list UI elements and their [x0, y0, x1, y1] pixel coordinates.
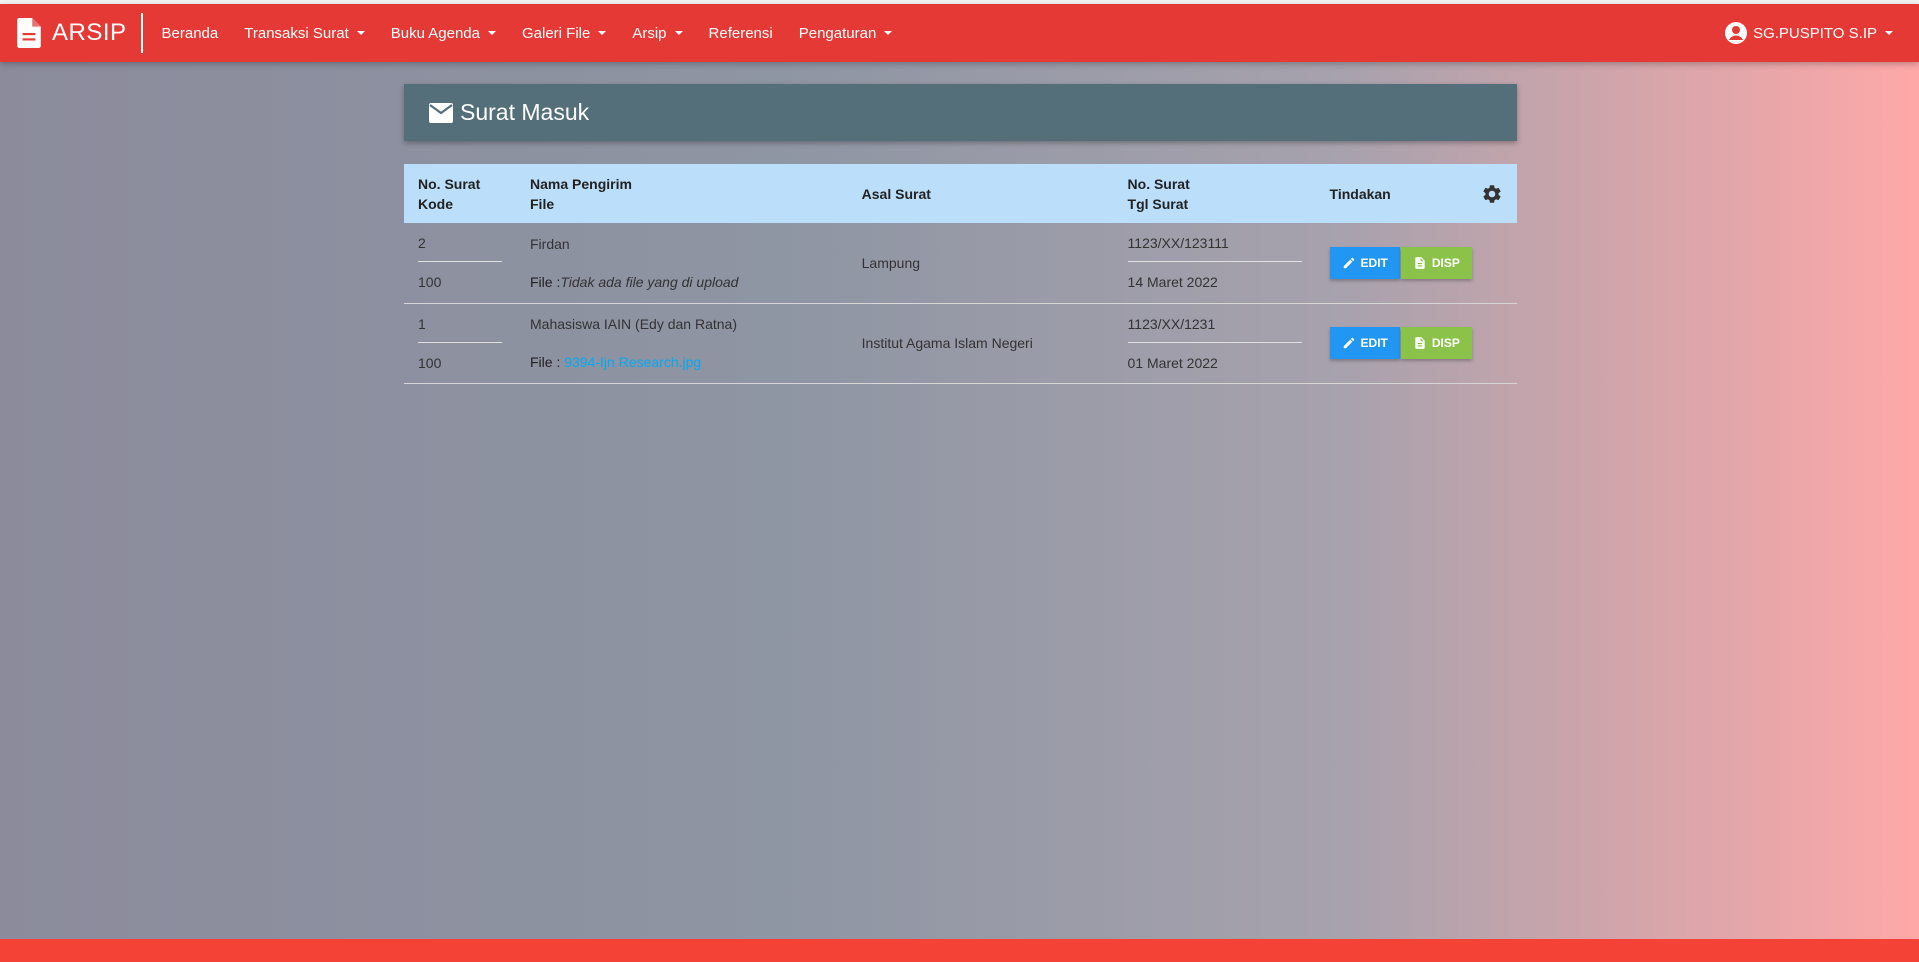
cell-nosurat-tgl: 1123/XX/1231 01 Maret 2022	[1114, 303, 1316, 383]
cell-asal: Lampung	[861, 254, 921, 271]
header-label: Nama Pengirim	[530, 175, 632, 192]
disp-button[interactable]: DISP	[1400, 246, 1472, 279]
nav-label: Beranda	[161, 24, 219, 42]
header-asal-surat: Asal Surat	[848, 164, 1114, 223]
nav-label: Pengaturan	[798, 24, 877, 42]
pengirim-value: Mahasiswa IAIN (Edy dan Ratna)	[530, 316, 737, 332]
nav-label: Arsip	[632, 24, 667, 42]
cell-nosurat-tgl: 1123/XX/123111 14 Maret 2022	[1114, 223, 1316, 303]
kode-value: 100	[418, 274, 442, 291]
cell-tindakan: EDIT DISP	[1316, 303, 1517, 383]
caret-down-icon	[884, 31, 893, 35]
caret-down-icon	[598, 31, 607, 35]
document-icon	[17, 18, 41, 48]
header-label: Tindakan	[1329, 185, 1391, 202]
disp-label: DISP	[1431, 336, 1460, 350]
edit-button[interactable]: EDIT	[1329, 327, 1400, 359]
brand[interactable]: ARSIP	[0, 13, 143, 53]
caret-down-icon	[1885, 31, 1893, 35]
cell-no-kode: 2 100	[404, 223, 516, 303]
header-tindakan: Tindakan	[1316, 164, 1517, 223]
edit-label: EDIT	[1360, 255, 1388, 270]
caret-down-icon	[487, 31, 496, 35]
no-value: 2	[418, 235, 502, 263]
main-menu: Beranda Transaksi Surat Buku Agenda Gale…	[149, 4, 906, 62]
top-navbar: ARSIP Beranda Transaksi Surat Buku Agend…	[0, 4, 1919, 62]
nav-label: Transaksi Surat	[244, 24, 349, 42]
nav-arsip[interactable]: Arsip	[619, 4, 695, 62]
header-no-kode: No. Surat Kode	[404, 164, 516, 223]
pengirim-value: Firdan	[530, 235, 570, 252]
gear-icon[interactable]	[1481, 183, 1503, 205]
brand-title: ARSIP	[52, 19, 127, 46]
nav-pengaturan[interactable]: Pengaturan	[786, 4, 906, 62]
tgl-surat-value: 14 Maret 2022	[1127, 274, 1218, 291]
tgl-surat-value: 01 Maret 2022	[1127, 354, 1218, 371]
table-row: 1 100 Mahasiswa IAIN (Edy dan Ratna) Fil…	[404, 303, 1517, 383]
page-title-card: Surat Masuk	[404, 84, 1517, 141]
caret-down-icon	[674, 31, 683, 35]
cell-tindakan: EDIT DISP	[1316, 223, 1517, 303]
nav-galeri-file[interactable]: Galeri File	[509, 4, 619, 62]
header-pengirim-file: Nama Pengirim File	[516, 164, 848, 223]
pencil-icon	[1343, 337, 1354, 349]
no-value: 1	[418, 316, 502, 343]
nav-label: Buku Agenda	[390, 24, 480, 42]
file-row: File : 9394-Ijn Research.jpg	[530, 354, 834, 370]
pencil-icon	[1343, 257, 1354, 268]
user-name: SG.PUSPITO S.IP	[1753, 24, 1877, 42]
disp-label: DISP	[1431, 255, 1460, 270]
nav-label: Galeri File	[521, 24, 591, 42]
disp-button[interactable]: DISP	[1400, 327, 1472, 359]
caret-down-icon	[356, 31, 365, 35]
nav-label: Referensi	[708, 24, 773, 42]
edit-button[interactable]: EDIT	[1329, 246, 1400, 279]
file-document-icon	[1415, 337, 1425, 349]
table-header: No. Surat Kode Nama Pengirim File Asal S…	[404, 164, 1517, 223]
file-label: File :	[530, 273, 561, 290]
table-row: 2 100 Firdan File :Tidak ada file yang d…	[404, 223, 1517, 303]
mail-icon	[429, 102, 453, 123]
header-label: No. Surat	[418, 175, 481, 192]
cell-no-kode: 1 100	[404, 303, 516, 383]
page-title: Surat Masuk	[460, 99, 590, 125]
user-menu[interactable]: SG.PUSPITO S.IP	[1724, 21, 1919, 45]
surat-masuk-table: No. Surat Kode Nama Pengirim File Asal S…	[404, 164, 1517, 384]
edit-label: EDIT	[1360, 336, 1388, 350]
no-surat-value: 1123/XX/1231	[1127, 316, 1302, 343]
header-nosurat-tgl: No. Surat Tgl Surat	[1114, 164, 1316, 223]
file-link[interactable]: 9394-Ijn Research.jpg	[564, 354, 701, 370]
nav-referensi[interactable]: Referensi	[696, 4, 786, 62]
cell-pengirim-file: Mahasiswa IAIN (Edy dan Ratna) File : 93…	[516, 303, 848, 383]
header-label: No. Surat	[1127, 175, 1190, 192]
header-label: Tgl Surat	[1127, 195, 1189, 212]
kode-value: 100	[418, 354, 442, 371]
file-row: File :Tidak ada file yang di upload	[530, 274, 834, 290]
cell-pengirim-file: Firdan File :Tidak ada file yang di uplo…	[516, 223, 848, 303]
header-label: File	[530, 195, 555, 212]
account-circle-icon	[1725, 22, 1748, 44]
header-label: Kode	[418, 195, 453, 212]
file-none-text: Tidak ada file yang di upload	[560, 273, 739, 290]
no-surat-value: 1123/XX/123111	[1127, 235, 1302, 263]
header-label: Asal Surat	[861, 185, 931, 202]
footer-bar	[0, 939, 1919, 962]
nav-buku-agenda[interactable]: Buku Agenda	[378, 4, 509, 62]
file-label: File :	[530, 354, 561, 370]
file-document-icon	[1415, 256, 1425, 269]
nav-beranda[interactable]: Beranda	[149, 4, 232, 62]
nav-transaksi-surat[interactable]: Transaksi Surat	[231, 4, 377, 62]
cell-asal: Institut Agama Islam Negeri	[861, 335, 1033, 351]
